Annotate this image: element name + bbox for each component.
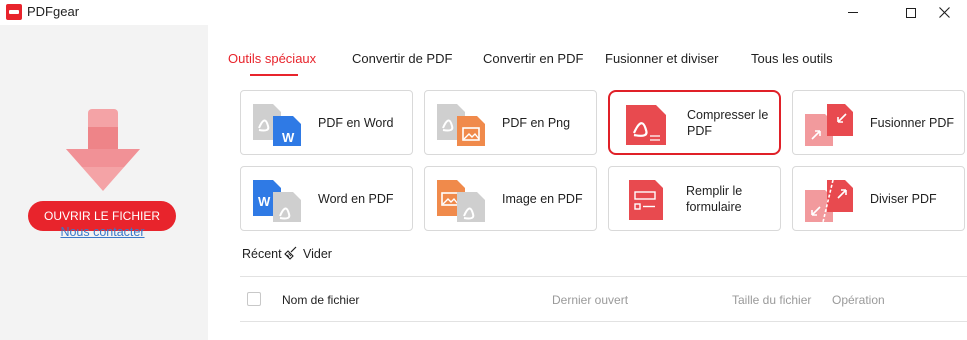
tool-label: PDF en Word (318, 115, 394, 130)
tab-all-tools[interactable]: Tous les outils (751, 51, 833, 66)
clear-recent-button[interactable]: Vider (303, 247, 332, 261)
tool-split-pdf[interactable]: Diviser PDF (792, 166, 965, 231)
tool-label: Diviser PDF (870, 191, 937, 206)
column-header-last-opened[interactable]: Dernier ouvert (552, 293, 628, 307)
tool-merge-pdf[interactable]: Fusionner PDF (792, 90, 965, 155)
tool-label: Word en PDF (318, 191, 394, 206)
compress-pdf-icon (626, 105, 666, 145)
tool-fill-form[interactable]: Remplir le formulaire (608, 166, 781, 231)
download-arrow-icon (66, 109, 140, 191)
tab-special-tools[interactable]: Outils spéciaux (228, 51, 316, 66)
tool-label: Fusionner PDF (870, 115, 955, 130)
table-divider (240, 321, 967, 322)
column-header-operation: Opération (832, 293, 885, 307)
tool-word-to-pdf[interactable]: W Word en PDF (240, 166, 413, 231)
column-header-size[interactable]: Taille du fichier (732, 293, 811, 307)
tab-convert-from-pdf[interactable]: Convertir de PDF (352, 51, 452, 66)
app-title: PDFgear (27, 4, 80, 19)
column-header-name[interactable]: Nom de fichier (282, 293, 359, 307)
tool-pdf-to-word[interactable]: W PDF en Word (240, 90, 413, 155)
tool-label: Compresser le PDF (687, 107, 769, 138)
tool-compress-pdf[interactable]: Compresser le PDF (608, 90, 781, 155)
close-button[interactable] (921, 0, 967, 25)
maximize-icon (906, 7, 916, 18)
select-all-checkbox[interactable] (247, 292, 261, 306)
active-tab-indicator (250, 74, 298, 76)
fill-form-icon (629, 180, 663, 220)
image-to-pdf-icon (437, 180, 485, 222)
tab-convert-to-pdf[interactable]: Convertir en PDF (483, 51, 583, 66)
svg-text:W: W (258, 194, 271, 209)
pdfgear-logo-icon (6, 4, 22, 20)
merge-pdf-icon (805, 104, 853, 146)
sidebar: OUVRIR LE FICHIER Nous contacter (0, 25, 208, 340)
tab-merge-split[interactable]: Fusionner et diviser (605, 51, 718, 66)
svg-text:W: W (282, 130, 295, 145)
pdf-to-png-icon (437, 104, 485, 146)
contact-link[interactable]: Nous contacter (0, 225, 205, 239)
table-divider (240, 276, 967, 277)
minimize-button[interactable] (830, 0, 876, 25)
broom-icon[interactable] (284, 246, 298, 260)
tool-image-to-pdf[interactable]: Image en PDF (424, 166, 597, 231)
pdf-to-word-icon: W (253, 104, 301, 146)
tool-label: Image en PDF (502, 191, 583, 206)
word-to-pdf-icon: W (253, 180, 301, 222)
split-pdf-icon (805, 179, 853, 222)
close-icon (938, 7, 950, 18)
tool-pdf-to-png[interactable]: PDF en Png (424, 90, 597, 155)
recent-label: Récent (242, 247, 282, 261)
tool-label: PDF en Png (502, 115, 571, 130)
tool-label: Remplir le formulaire (686, 183, 743, 214)
minimize-icon (848, 12, 858, 13)
title-bar: PDFgear (0, 0, 967, 25)
